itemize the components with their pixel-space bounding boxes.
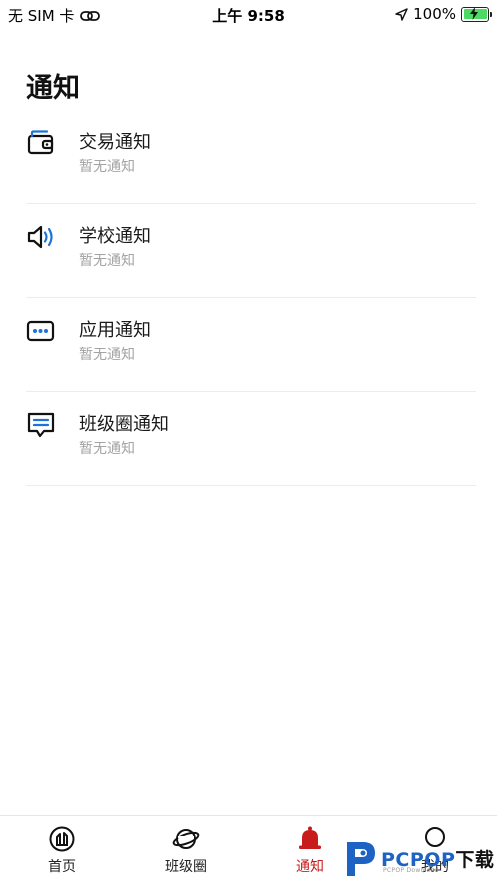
speaker-icon	[27, 225, 53, 249]
notification-name: 学校通知	[79, 226, 151, 247]
notification-status: 暂无通知	[79, 441, 135, 457]
tab-home[interactable]: 首页	[0, 816, 124, 883]
charging-bolt-icon	[470, 6, 478, 20]
notification-name: 交易通知	[79, 132, 151, 153]
notification-item-app[interactable]: 应用通知 暂无通知	[26, 298, 476, 392]
status-right: 100%	[395, 5, 492, 23]
pcpop-logo-icon	[347, 842, 375, 876]
notification-item-trade[interactable]: 交易通知 暂无通知	[26, 110, 476, 204]
tab-class-circle[interactable]: 班级圈	[124, 816, 248, 883]
notification-item-school[interactable]: 学校通知 暂无通知	[26, 204, 476, 298]
notification-name: 班级圈通知	[79, 414, 169, 435]
watermark: PCPOP下载 PCPOP Download	[343, 836, 497, 883]
status-bar: 无 SIM 卡 上午 9:58 100%	[0, 0, 497, 28]
notification-status: 暂无通知	[79, 159, 135, 175]
location-arrow-icon	[395, 7, 408, 21]
home-icon	[49, 826, 75, 852]
watermark-small-text: PCPOP Download	[383, 867, 439, 874]
page-title: 通知	[26, 73, 80, 104]
app-dots-icon	[26, 320, 55, 342]
battery-icon	[461, 6, 492, 22]
notification-item-class-circle[interactable]: 班级圈通知 暂无通知	[26, 392, 476, 486]
notification-list: 交易通知 暂无通知 学校通知 暂无通知 应用通知 暂无通知 班级圈通知 暂无通知	[26, 110, 476, 486]
wallet-icon	[27, 130, 54, 155]
tab-label: 班级圈	[165, 859, 207, 875]
bell-icon	[299, 826, 321, 849]
notification-status: 暂无通知	[79, 253, 135, 269]
battery-percent: 100%	[413, 5, 456, 23]
tab-label: 首页	[48, 859, 76, 875]
notification-status: 暂无通知	[79, 347, 135, 363]
planet-icon	[172, 829, 200, 849]
notification-name: 应用通知	[79, 320, 151, 341]
message-icon	[27, 412, 55, 438]
